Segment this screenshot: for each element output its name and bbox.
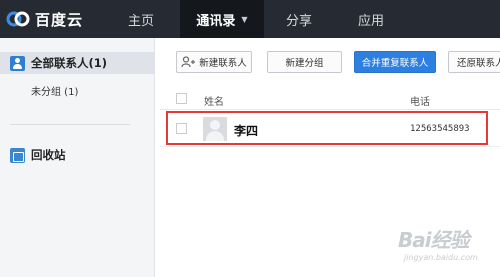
tab-share-label: 分享 (285, 13, 312, 29)
tab-contacts-label: 通讯录 (196, 13, 236, 29)
avatar (203, 117, 227, 141)
new-group-label: 新建分组 (285, 58, 324, 69)
recycle-bin-icon (10, 147, 25, 163)
tab-share[interactable]: 分享 (268, 0, 330, 38)
restore-contacts-label: 还原联系人 (457, 58, 500, 69)
merge-duplicates-label: 合并重复联系人 (361, 58, 429, 69)
restore-contacts-button[interactable]: 还原联系人 (448, 51, 500, 73)
sidebar-item-label: 回收站 (31, 148, 66, 162)
sidebar-item-all-contacts[interactable]: 全部联系人(1) (0, 52, 155, 74)
baidu-cloud-logo[interactable]: 百度云 (0, 0, 108, 38)
tab-home[interactable]: 主页 (110, 0, 172, 38)
contact-phone: 12563545893 (410, 124, 470, 134)
contact-name: 李四 (234, 124, 259, 138)
sidebar-item-label: 全部联系人(1) (31, 56, 108, 70)
row-checkbox[interactable] (176, 123, 187, 134)
tab-home-label: 主页 (127, 13, 154, 29)
brand-name: 百度云 (35, 10, 84, 29)
tab-apps-label: 应用 (357, 13, 384, 29)
table-header: 姓名 电话 (160, 88, 500, 110)
chevron-down-icon: ▼ (241, 14, 248, 24)
contact-card-icon (10, 55, 25, 71)
new-contact-button[interactable]: 新建联系人 (176, 51, 252, 73)
watermark-brand: Bai经验 (398, 228, 470, 252)
select-all-checkbox[interactable] (176, 93, 187, 104)
sidebar-item-recycle-bin[interactable]: 回收站 (10, 147, 66, 163)
tab-apps[interactable]: 应用 (340, 0, 402, 38)
cloud-logo-icon (6, 11, 30, 27)
merge-duplicates-button[interactable]: 合并重复联系人 (354, 51, 436, 73)
new-contact-label: 新建联系人 (199, 58, 247, 69)
new-group-button[interactable]: 新建分组 (267, 51, 342, 73)
sidebar-divider (10, 124, 130, 125)
column-header-name: 姓名 (204, 97, 224, 108)
watermark-url: jingyan.baidu.com (404, 253, 478, 262)
add-contact-icon (181, 56, 196, 68)
baidu-jingyan-watermark: Bai经验 jingyan.baidu.com (398, 224, 498, 274)
sidebar: 全部联系人(1) 未分组 (1) 回收站 (0, 38, 155, 277)
column-header-phone: 电话 (410, 97, 430, 108)
sidebar-item-ungrouped[interactable]: 未分组 (1) (31, 83, 78, 98)
tab-contacts[interactable]: 通讯录 ▼ (180, 0, 264, 38)
top-navigation-bar: 百度云 主页 通讯录 ▼ 分享 应用 (0, 0, 500, 38)
table-row[interactable]: 李四 12563545893 (160, 111, 500, 147)
